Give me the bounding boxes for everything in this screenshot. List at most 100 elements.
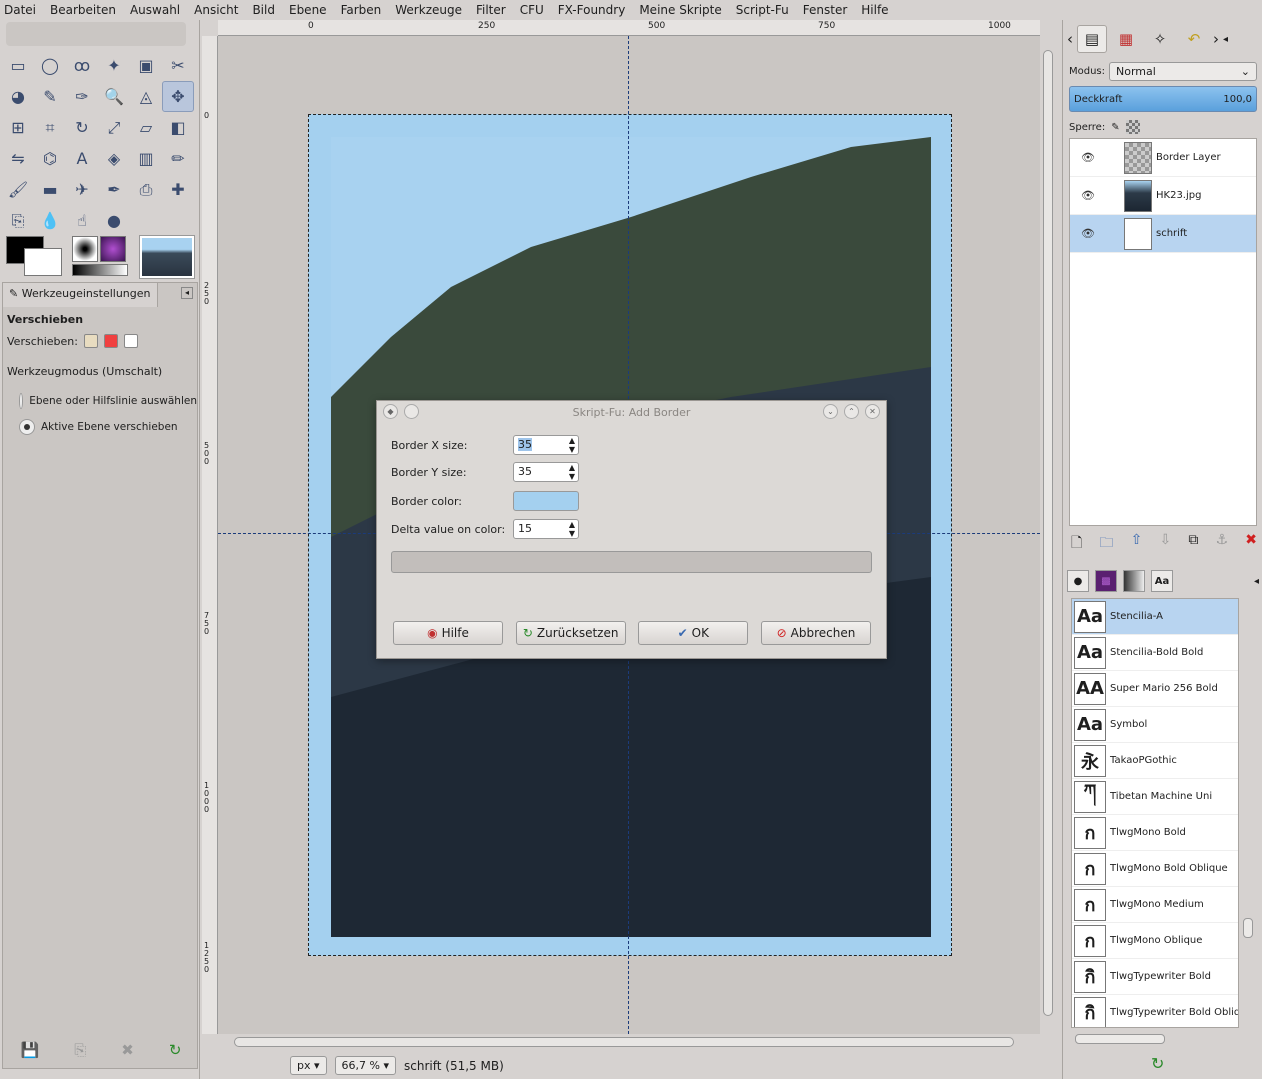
perspective-icon[interactable]: ◧ [162,112,194,143]
bucket-fill-icon[interactable]: ◈ [98,143,130,174]
fonts-hscrollbar[interactable] [1071,1032,1257,1046]
menu-bearbeiten[interactable]: Bearbeiten [50,3,116,17]
tab-paths[interactable]: ✧ [1145,25,1175,53]
font-item[interactable]: ก TlwgMono Bold Oblique [1072,851,1238,887]
lock-alpha-icon[interactable] [1125,120,1140,134]
font-item[interactable]: ก TlwgMono Bold [1072,815,1238,851]
menu-farben[interactable]: Farben [341,3,382,17]
font-item[interactable]: Aa Stencilia-Bold Bold [1072,635,1238,671]
panel-menu-icon[interactable]: ◂ [1223,34,1228,45]
foreground-select-icon[interactable]: ◕ [2,81,34,112]
border-x-input[interactable]: 35 ▲ ▼ [513,435,579,455]
tab-brushes[interactable]: ● [1067,570,1089,592]
panel-menu-icon[interactable]: ◂ [1254,576,1259,587]
opacity-slider[interactable]: Deckkraft 100,0 [1069,86,1257,112]
move-path-icon[interactable] [123,334,138,348]
spin-arrows-icon[interactable]: ▲ ▼ [569,436,575,454]
pattern-preview[interactable] [100,236,126,262]
ok-button[interactable]: ✔ OK [638,621,749,645]
layer-row[interactable]: 👁 schrift [1070,215,1256,253]
mode-select[interactable]: Normal ⌄ [1109,62,1258,81]
restore-options-icon[interactable]: ⎘ [74,1041,86,1059]
delete-options-icon[interactable]: ✖ [121,1041,134,1059]
font-item[interactable]: 永 TakaoPGothic [1072,743,1238,779]
airbrush-icon[interactable]: ✈ [66,174,98,205]
minimize-icon[interactable]: ⌄ [823,404,838,419]
lock-pixels-icon[interactable]: ✎ [1111,122,1119,133]
visibility-eye-icon[interactable]: 👁 [1070,151,1106,164]
tab-scroll-left-icon[interactable]: ‹ [1067,30,1073,48]
scroll-thumb[interactable] [1243,918,1253,938]
font-item[interactable]: กิ TlwgTypewriter Bold [1072,959,1238,995]
menu-filter[interactable]: Filter [476,3,506,17]
tab-patterns[interactable]: ▩ [1095,570,1117,592]
layer-row[interactable]: 👁 Border Layer [1070,139,1256,177]
font-item[interactable]: ก TlwgMono Medium [1072,887,1238,923]
pencil-icon[interactable]: ✏ [162,143,194,174]
font-item[interactable]: ཀ Tibetan Machine Uni [1072,779,1238,815]
tab-undo[interactable]: ↶ [1179,25,1209,53]
cancel-button[interactable]: ⊘ Abbrechen [760,621,871,645]
menu-werkzeuge[interactable]: Werkzeuge [395,3,462,17]
menu-meine-skripte[interactable]: Meine Skripte [639,3,721,17]
paintbrush-icon[interactable]: 🖌 [2,174,34,205]
save-options-icon[interactable]: 💾 [21,1041,40,1059]
maximize-icon[interactable]: ⌃ [844,404,859,419]
duplicate-layer-icon[interactable]: ⧉ [1188,532,1198,556]
menu-datei[interactable]: Datei [4,3,36,17]
unit-select[interactable]: px ▾ [290,1056,327,1075]
color-picker-icon[interactable]: ✑ [66,81,98,112]
radio-move-active[interactable]: Aktive Ebene verschieben [7,414,197,440]
dialog-titlebar[interactable]: ◆ Skript-Fu: Add Border ⌄ ⌃ ✕ [377,401,886,423]
panel-menu-icon[interactable]: ◂ [181,287,193,299]
scroll-thumb[interactable] [234,1037,1014,1047]
free-select-icon[interactable]: ꝏ [66,50,98,81]
help-button[interactable]: ◉ Hilfe [393,621,503,645]
brush-preview[interactable] [72,236,98,262]
menu-ansicht[interactable]: Ansicht [194,3,238,17]
menu-cfu[interactable]: CFU [520,3,544,17]
menu-bild[interactable]: Bild [252,3,275,17]
move-icon[interactable]: ✥ [162,81,194,112]
font-item[interactable]: Aa Stencilia-A [1072,599,1238,635]
menu-fenster[interactable]: Fenster [803,3,848,17]
rect-select-icon[interactable]: ▭ [2,50,34,81]
reset-options-icon[interactable]: ↻ [169,1041,182,1059]
rotate-icon[interactable]: ↻ [66,112,98,143]
font-item[interactable]: ก TlwgMono Oblique [1072,923,1238,959]
anchor-layer-icon[interactable]: ⚓ [1216,532,1229,556]
move-selection-icon[interactable] [103,334,118,348]
ink-icon[interactable]: ✒ [98,174,130,205]
scroll-thumb[interactable] [1043,50,1053,1016]
shear-icon[interactable]: ▱ [130,112,162,143]
vertical-ruler[interactable]: 0 250 500 750 1000 1250 [202,36,218,1034]
flip-icon[interactable]: ⇋ [2,143,34,174]
menu-ebene[interactable]: Ebene [289,3,327,17]
ellipse-select-icon[interactable]: ◯ [34,50,66,81]
radio-pick-layer[interactable]: Ebene oder Hilfslinie auswählen [7,388,197,414]
reset-button[interactable]: ↻ Zurücksetzen [515,621,626,645]
menu-fx-foundry[interactable]: FX-Foundry [558,3,626,17]
paths-icon[interactable]: ✎ [34,81,66,112]
blend-icon[interactable]: ▥ [130,143,162,174]
layer-row[interactable]: 👁 HK23.jpg [1070,177,1256,215]
new-group-icon[interactable]: 🗀 [1099,532,1113,556]
tab-layers[interactable]: ▤ [1077,25,1107,53]
fuzzy-select-icon[interactable]: ✦ [98,50,130,81]
border-y-input[interactable]: 35 ▲ ▼ [513,462,579,482]
close-icon[interactable]: ✕ [865,404,880,419]
tool-options-tab[interactable]: ✎ Werkzeugeinstellungen [3,283,158,307]
menu-script-fu[interactable]: Script-Fu [736,3,789,17]
crop-icon[interactable]: ⌗ [34,112,66,143]
lower-layer-icon[interactable]: ⇩ [1159,532,1171,556]
raise-layer-icon[interactable]: ⇧ [1131,532,1143,556]
tab-gradients[interactable] [1123,570,1145,592]
spin-arrows-icon[interactable]: ▲ ▼ [569,463,575,481]
move-layer-icon[interactable] [83,334,98,348]
background-color[interactable] [24,248,62,276]
menu-auswahl[interactable]: Auswahl [130,3,180,17]
gradient-preview[interactable] [72,264,128,276]
clone-icon[interactable]: ⎙ [130,174,162,205]
heal-icon[interactable]: ✚ [162,174,194,205]
horizontal-ruler[interactable]: 0 250 500 750 1000 [218,20,1040,36]
